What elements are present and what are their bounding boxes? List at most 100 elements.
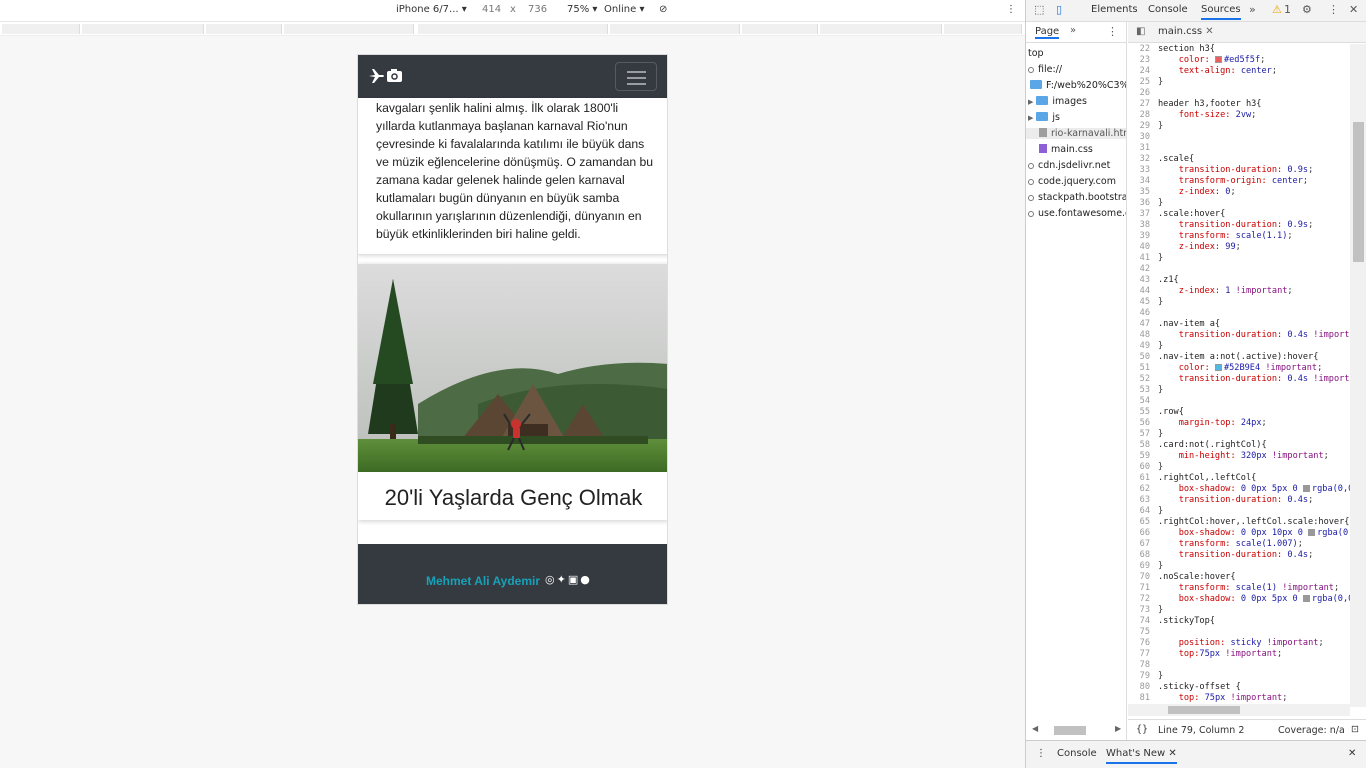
social-icons: ◎✦▣● (545, 573, 592, 586)
coverage-status: Coverage: n/a (1278, 725, 1345, 736)
editor-horizontal-scrollbar[interactable] (1128, 704, 1350, 716)
cloud-icon (1028, 67, 1034, 73)
tab-elements[interactable]: Elements (1091, 4, 1138, 15)
plane-camera-icon (369, 69, 402, 83)
page-footer: Mehmet Ali Aydemir ◎✦▣● (358, 544, 667, 604)
tree-item-folder[interactable]: F:/web%20%C3%B6 (1030, 80, 1126, 91)
tree-item-label: main.css (1051, 144, 1093, 155)
device-name: iPhone 6/7... (396, 4, 459, 15)
navigator-header: Page » ⋮ (1026, 22, 1126, 43)
close-tab-icon[interactable]: ✕ (1205, 26, 1213, 37)
tree-item-label: rio-karnavali.html (1051, 128, 1127, 139)
ruler-segment[interactable] (2, 24, 80, 34)
network-select[interactable]: Online ▾ (604, 4, 644, 15)
ruler-segment[interactable] (418, 24, 608, 34)
tree-item-cdn[interactable]: stackpath.bootstrapcdn (1028, 192, 1126, 203)
cloud-icon (1028, 211, 1034, 217)
cursor-position: Line 79, Column 2 (1158, 725, 1245, 736)
tree-item-top[interactable]: top (1028, 48, 1044, 59)
tree-item-cdn[interactable]: code.jquery.com (1028, 176, 1116, 187)
ruler-segment[interactable] (206, 24, 282, 34)
scroll-left-icon[interactable]: ◀ (1032, 724, 1038, 733)
scroll-thumb[interactable] (1168, 706, 1240, 714)
cloud-icon (1028, 179, 1034, 185)
tree-item-js[interactable]: ▶ js (1028, 112, 1060, 123)
kebab-menu-icon[interactable]: ⋮ (1328, 3, 1339, 16)
device-toggle-icon[interactable]: ▯ (1056, 3, 1062, 16)
navbar-brand[interactable] (368, 67, 404, 89)
drawer-tab-whats-new[interactable]: What's New ✕ (1106, 748, 1177, 764)
image-card[interactable]: 20'li Yaşlarda Genç Olmak (358, 264, 667, 520)
editor-file-tab[interactable]: main.css ✕ (1158, 26, 1214, 37)
folder-icon (1036, 96, 1049, 105)
more-options-icon[interactable]: ⋮ (1006, 4, 1016, 15)
pretty-print-icon[interactable]: {} (1136, 724, 1148, 735)
tree-item-label: stackpath.bootstrapcdn (1038, 192, 1126, 203)
tree-item-file[interactable]: file:// (1028, 64, 1062, 75)
navbar (358, 55, 667, 98)
tree-item-images[interactable]: ▶ images (1028, 96, 1087, 107)
navigator-more-icon[interactable]: » (1070, 25, 1076, 36)
editor-tabbar: ◧ main.css ✕ (1128, 22, 1366, 43)
height-input[interactable]: 736 (528, 4, 547, 15)
instagram-icon[interactable]: ◎ (545, 573, 557, 586)
toggle-sidebar-icon[interactable]: ◧ (1136, 26, 1145, 37)
editor-statusbar: {} Line 79, Column 2 Coverage: n/a ⊡ (1128, 719, 1366, 740)
close-drawer-icon[interactable]: ✕ (1348, 748, 1356, 759)
tree-item-css[interactable]: main.css (1039, 144, 1093, 155)
emulated-page: kavgaları şenlik halini almış. İlk olara… (357, 54, 668, 605)
devtools-panel: ⬚ ▯ Elements Console Sources » ⚠ 1 ⚙ ⋮ ✕… (1025, 0, 1366, 768)
ruler-segment[interactable] (944, 24, 1022, 34)
zoom-value: 75% (567, 4, 590, 15)
ruler-segment[interactable] (742, 24, 818, 34)
editor-vertical-scrollbar[interactable] (1350, 44, 1366, 707)
tab-console[interactable]: Console (1148, 4, 1188, 15)
zoom-select[interactable]: 75% ▾ (567, 4, 597, 15)
tab-sources[interactable]: Sources (1201, 4, 1241, 20)
ruler-segment[interactable] (82, 24, 204, 34)
tree-item-cdn[interactable]: use.fontawesome.com (1028, 208, 1126, 219)
scroll-thumb[interactable] (1054, 726, 1086, 735)
youtube-icon[interactable]: ▣ (568, 573, 580, 586)
tree-item-label: code.jquery.com (1038, 176, 1116, 187)
cloud-icon (1028, 195, 1034, 201)
twitter-icon[interactable]: ✦ (557, 573, 568, 586)
tree-item-label: file:// (1038, 64, 1063, 75)
sources-navigator: Page » ⋮ top file:// F:/web%20%C3%B6 ▶ im… (1026, 22, 1127, 740)
tree-item-label: F:/web%20%C3%B6 (1046, 80, 1126, 91)
width-input[interactable]: 414 (482, 4, 501, 15)
scroll-thumb[interactable] (1353, 122, 1364, 262)
drawer-tab-console[interactable]: Console (1057, 748, 1097, 759)
tree-item-html[interactable]: rio-karnavali.html (1026, 128, 1127, 139)
footer-author-link[interactable]: Mehmet Ali Aydemir (426, 574, 540, 588)
device-select[interactable]: iPhone 6/7... ▾ (396, 4, 467, 15)
warning-icon[interactable]: ⚠ (1272, 3, 1282, 16)
navigator-menu-icon[interactable]: ⋮ (1107, 25, 1118, 38)
github-icon[interactable]: ● (580, 573, 592, 586)
warning-count[interactable]: 1 (1284, 3, 1291, 16)
devtools-tabbar: ⬚ ▯ Elements Console Sources » ⚠ 1 ⚙ ⋮ ✕ (1026, 0, 1366, 22)
drawer-menu-icon[interactable]: ⋮ (1036, 748, 1046, 759)
inspect-element-icon[interactable]: ⬚ (1034, 3, 1044, 16)
hamburger-line (627, 77, 646, 79)
ruler-segment[interactable] (820, 24, 942, 34)
code-editor: ◧ main.css ✕ 22 section h3{ 23 color: #ed… (1128, 22, 1366, 740)
rotate-icon[interactable]: ⊘ (659, 4, 667, 15)
more-tabs-icon[interactable]: » (1249, 3, 1256, 16)
close-devtools-icon[interactable]: ✕ (1349, 3, 1358, 16)
scroll-right-icon[interactable]: ▶ (1115, 724, 1121, 733)
close-tab-icon[interactable]: ✕ (1168, 748, 1176, 759)
coverage-toggle-icon[interactable]: ⊡ (1351, 724, 1359, 735)
devtools-drawer: ⋮ Console What's New ✕ ✕ (1026, 740, 1366, 768)
ruler-segment[interactable] (610, 24, 740, 34)
hamburger-line (627, 83, 646, 85)
ruler-segment[interactable] (284, 24, 414, 34)
media-query-ruler[interactable] (0, 22, 1025, 36)
settings-gear-icon[interactable]: ⚙ (1302, 3, 1312, 16)
navigator-hscroll[interactable]: ◀ ▶ (1026, 722, 1126, 738)
code-area[interactable]: 22 section h3{ 23 color: #ed5f5f; 24 text… (1128, 44, 1350, 704)
tree-item-cdn[interactable]: cdn.jsdelivr.net (1028, 160, 1110, 171)
tab-page[interactable]: Page (1035, 26, 1060, 39)
article-paragraph: kavgaları şenlik halini almış. İlk olara… (376, 101, 654, 241)
navbar-toggler-button[interactable] (615, 62, 657, 91)
